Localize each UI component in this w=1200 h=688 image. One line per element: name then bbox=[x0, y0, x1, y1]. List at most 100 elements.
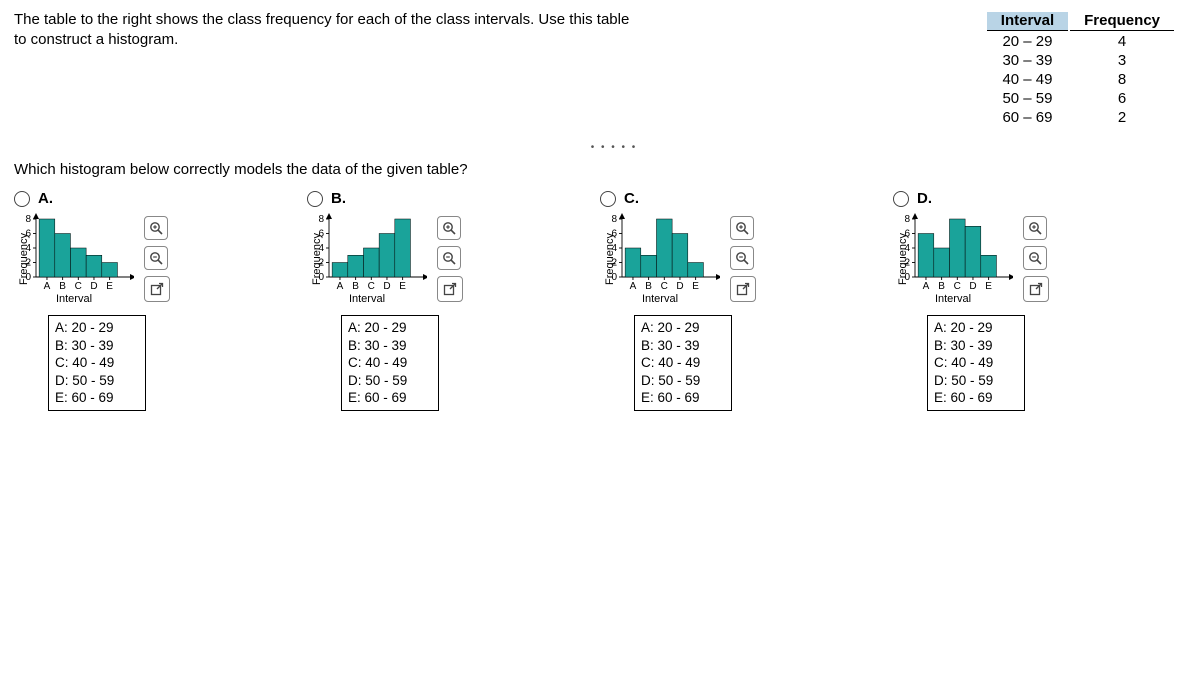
popout-icon[interactable] bbox=[730, 276, 756, 302]
svg-text:E: E bbox=[692, 281, 699, 292]
zoom-in-icon[interactable] bbox=[1023, 216, 1047, 240]
table-row: 40 – 498 bbox=[987, 71, 1174, 88]
zoom-out-icon[interactable] bbox=[437, 246, 461, 270]
svg-text:B: B bbox=[645, 281, 652, 292]
svg-text:8: 8 bbox=[318, 214, 324, 225]
x-axis-label: Interval bbox=[893, 293, 1013, 305]
histogram-a: 02468ABCDE bbox=[14, 213, 134, 293]
y-axis-label: Frequency bbox=[18, 233, 30, 285]
legend-row: D: 50 - 59 bbox=[641, 372, 725, 390]
legend-row: C: 40 - 49 bbox=[934, 354, 1018, 372]
legend-row: E: 60 - 69 bbox=[348, 389, 432, 407]
legend-row: C: 40 - 49 bbox=[55, 354, 139, 372]
svg-text:D: D bbox=[676, 281, 683, 292]
cell-interval: 60 – 69 bbox=[987, 109, 1068, 126]
option-label-c: C. bbox=[624, 190, 639, 207]
prompt-line-2: to construct a histogram. bbox=[14, 31, 178, 48]
legend-row: E: 60 - 69 bbox=[641, 389, 725, 407]
svg-text:C: C bbox=[368, 281, 375, 292]
legend-row: B: 30 - 39 bbox=[55, 337, 139, 355]
cell-interval: 50 – 59 bbox=[987, 90, 1068, 107]
popout-icon[interactable] bbox=[1023, 276, 1049, 302]
legend-row: C: 40 - 49 bbox=[348, 354, 432, 372]
svg-text:8: 8 bbox=[25, 214, 31, 225]
zoom-in-icon[interactable] bbox=[437, 216, 461, 240]
prompt-text: The table to the right shows the class f… bbox=[14, 10, 629, 51]
popout-icon[interactable] bbox=[437, 276, 463, 302]
y-axis-label: Frequency bbox=[897, 233, 909, 285]
svg-text:C: C bbox=[75, 281, 82, 292]
table-header-interval: Interval bbox=[987, 12, 1068, 31]
legend-a: A: 20 - 29 B: 30 - 39 C: 40 - 49 D: 50 -… bbox=[48, 315, 146, 411]
svg-text:D: D bbox=[90, 281, 97, 292]
svg-text:B: B bbox=[938, 281, 945, 292]
svg-text:E: E bbox=[399, 281, 406, 292]
answer-option-d: D. Frequency 02468ABCDE Interval A: 20 -… bbox=[893, 190, 1186, 411]
svg-text:A: A bbox=[337, 281, 344, 292]
option-label-a: A. bbox=[38, 190, 53, 207]
svg-text:C: C bbox=[661, 281, 668, 292]
frequency-table: Interval Frequency 20 – 294 30 – 393 40 … bbox=[985, 10, 1176, 128]
y-axis-label: Frequency bbox=[311, 233, 323, 285]
table-row: 30 – 393 bbox=[987, 52, 1174, 69]
x-axis-label: Interval bbox=[14, 293, 134, 305]
legend-b: A: 20 - 29 B: 30 - 39 C: 40 - 49 D: 50 -… bbox=[341, 315, 439, 411]
popout-icon[interactable] bbox=[144, 276, 170, 302]
table-row: 50 – 596 bbox=[987, 90, 1174, 107]
legend-d: A: 20 - 29 B: 30 - 39 C: 40 - 49 D: 50 -… bbox=[927, 315, 1025, 411]
cell-freq: 8 bbox=[1070, 71, 1174, 88]
histogram-d: 02468ABCDE bbox=[893, 213, 1013, 293]
cell-freq: 6 bbox=[1070, 90, 1174, 107]
cell-freq: 4 bbox=[1070, 33, 1174, 50]
zoom-out-icon[interactable] bbox=[144, 246, 168, 270]
legend-row: A: 20 - 29 bbox=[934, 319, 1018, 337]
svg-text:B: B bbox=[352, 281, 359, 292]
answer-option-b: B. Frequency 02468ABCDE Interval A: 20 -… bbox=[307, 190, 600, 411]
histogram-b: 02468ABCDE bbox=[307, 213, 427, 293]
legend-row: A: 20 - 29 bbox=[55, 319, 139, 337]
svg-text:A: A bbox=[44, 281, 51, 292]
table-header-frequency: Frequency bbox=[1070, 12, 1174, 31]
legend-c: A: 20 - 29 B: 30 - 39 C: 40 - 49 D: 50 -… bbox=[634, 315, 732, 411]
legend-row: B: 30 - 39 bbox=[641, 337, 725, 355]
y-axis-label: Frequency bbox=[604, 233, 616, 285]
option-label-d: D. bbox=[917, 190, 932, 207]
legend-row: A: 20 - 29 bbox=[348, 319, 432, 337]
svg-text:A: A bbox=[923, 281, 930, 292]
histogram-c: 02468ABCDE bbox=[600, 213, 720, 293]
cell-interval: 30 – 39 bbox=[987, 52, 1068, 69]
x-axis-label: Interval bbox=[600, 293, 720, 305]
legend-row: D: 50 - 59 bbox=[348, 372, 432, 390]
x-axis-label: Interval bbox=[307, 293, 427, 305]
cell-freq: 3 bbox=[1070, 52, 1174, 69]
legend-row: A: 20 - 29 bbox=[641, 319, 725, 337]
table-row: 60 – 692 bbox=[987, 109, 1174, 126]
svg-text:C: C bbox=[954, 281, 961, 292]
legend-row: B: 30 - 39 bbox=[934, 337, 1018, 355]
radio-b[interactable] bbox=[307, 191, 323, 207]
answer-option-a: A. Frequency 02468ABCDE Interval A: 20 -… bbox=[14, 190, 307, 411]
zoom-out-icon[interactable] bbox=[730, 246, 754, 270]
legend-row: D: 50 - 59 bbox=[55, 372, 139, 390]
radio-a[interactable] bbox=[14, 191, 30, 207]
zoom-out-icon[interactable] bbox=[1023, 246, 1047, 270]
svg-text:E: E bbox=[106, 281, 113, 292]
option-label-b: B. bbox=[331, 190, 346, 207]
section-divider: • • • • • bbox=[14, 142, 1200, 153]
svg-text:A: A bbox=[630, 281, 637, 292]
cell-interval: 20 – 29 bbox=[987, 33, 1068, 50]
legend-row: E: 60 - 69 bbox=[934, 389, 1018, 407]
radio-d[interactable] bbox=[893, 191, 909, 207]
question-text: Which histogram below correctly models t… bbox=[14, 161, 1186, 178]
svg-text:E: E bbox=[985, 281, 992, 292]
radio-c[interactable] bbox=[600, 191, 616, 207]
legend-row: D: 50 - 59 bbox=[934, 372, 1018, 390]
cell-interval: 40 – 49 bbox=[987, 71, 1068, 88]
answer-options-row: A. Frequency 02468ABCDE Interval A: 20 -… bbox=[14, 190, 1186, 411]
svg-text:B: B bbox=[59, 281, 66, 292]
table-row: 20 – 294 bbox=[987, 33, 1174, 50]
zoom-in-icon[interactable] bbox=[730, 216, 754, 240]
svg-text:D: D bbox=[969, 281, 976, 292]
answer-option-c: C. Frequency 02468ABCDE Interval A: 20 -… bbox=[600, 190, 893, 411]
zoom-in-icon[interactable] bbox=[144, 216, 168, 240]
